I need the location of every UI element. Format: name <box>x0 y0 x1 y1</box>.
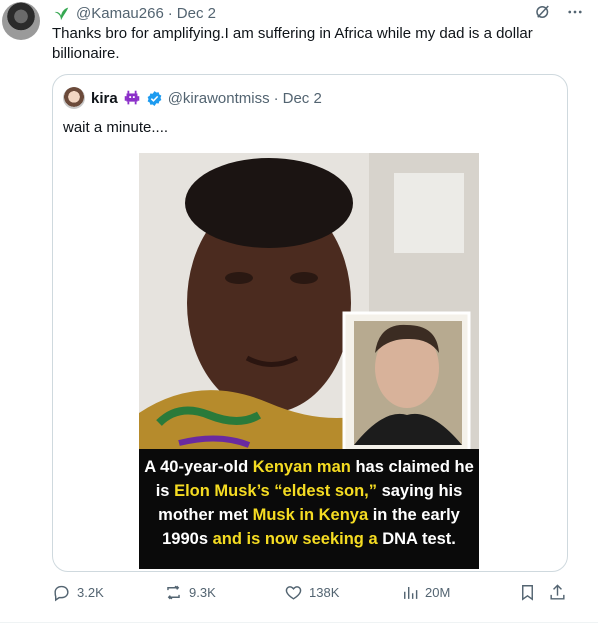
reply-button[interactable]: 3.2K <box>52 583 104 602</box>
bookmark-button[interactable] <box>518 583 537 602</box>
like-button[interactable]: 138K <box>284 583 339 602</box>
quoted-name[interactable]: kira <box>91 90 118 107</box>
tweet-date[interactable]: Dec 2 <box>177 5 216 22</box>
repost-icon <box>167 585 180 600</box>
verified-badge-icon <box>147 90 162 106</box>
caption-segment: Kenyan man <box>252 458 351 476</box>
views-button[interactable]: 20M <box>400 583 450 602</box>
repost-button[interactable]: 9.3K <box>164 583 216 602</box>
quoted-separator: · <box>273 89 279 107</box>
quoted-date[interactable]: Dec 2 <box>283 90 322 107</box>
quoted-header: kira @kirawontmiss · Dec 2 <box>63 87 322 109</box>
caption-segment: and is now seeking a <box>212 530 378 548</box>
grok-icon[interactable] <box>534 3 552 21</box>
repost-count: 9.3K <box>189 585 216 600</box>
header-separator: · <box>167 4 173 22</box>
quoted-media-image[interactable]: A 40-year-old Kenyan man has claimed he … <box>139 153 479 569</box>
bookmark-icon <box>522 585 533 601</box>
caption-segment: DNA test. <box>377 530 456 548</box>
like-count: 138K <box>309 585 340 600</box>
reply-count: 3.2K <box>77 585 104 600</box>
action-bar: 3.2K 9.3K 138K 20M <box>48 583 570 607</box>
media-caption: A 40-year-old Kenyan man has claimed he … <box>139 449 479 569</box>
tweet-header: @Kamau266 · Dec 2 <box>52 2 216 24</box>
share-icon <box>550 584 565 600</box>
alien-monster-emoji-icon <box>124 90 139 105</box>
caption-segment: Elon Musk’s “eldest son,” <box>174 482 377 500</box>
divider <box>0 622 598 623</box>
views-count: 20M <box>425 585 451 600</box>
share-button[interactable] <box>548 583 567 602</box>
views-chart-icon <box>404 586 418 599</box>
author-handle[interactable]: @Kamau266 <box>76 5 164 22</box>
caption-segment: Musk in Kenya <box>252 506 369 524</box>
plant-badge-icon <box>54 7 69 21</box>
quoted-tweet[interactable]: kira @kirawontmiss · Dec 2 wait a minute… <box>52 74 568 572</box>
more-options-icon[interactable] <box>566 3 584 21</box>
quoted-avatar[interactable] <box>63 87 85 109</box>
header-actions <box>534 3 584 21</box>
author-avatar[interactable] <box>2 2 40 40</box>
caption-segment: A 40-year-old <box>144 458 253 476</box>
media-photo <box>139 153 479 453</box>
tweet-text: Thanks bro for amplifying.I am suffering… <box>52 25 533 62</box>
quoted-text: wait a minute.... <box>63 119 169 136</box>
reply-icon <box>54 585 69 602</box>
heart-icon <box>285 586 302 600</box>
quoted-handle[interactable]: @kirawontmiss <box>168 90 270 107</box>
